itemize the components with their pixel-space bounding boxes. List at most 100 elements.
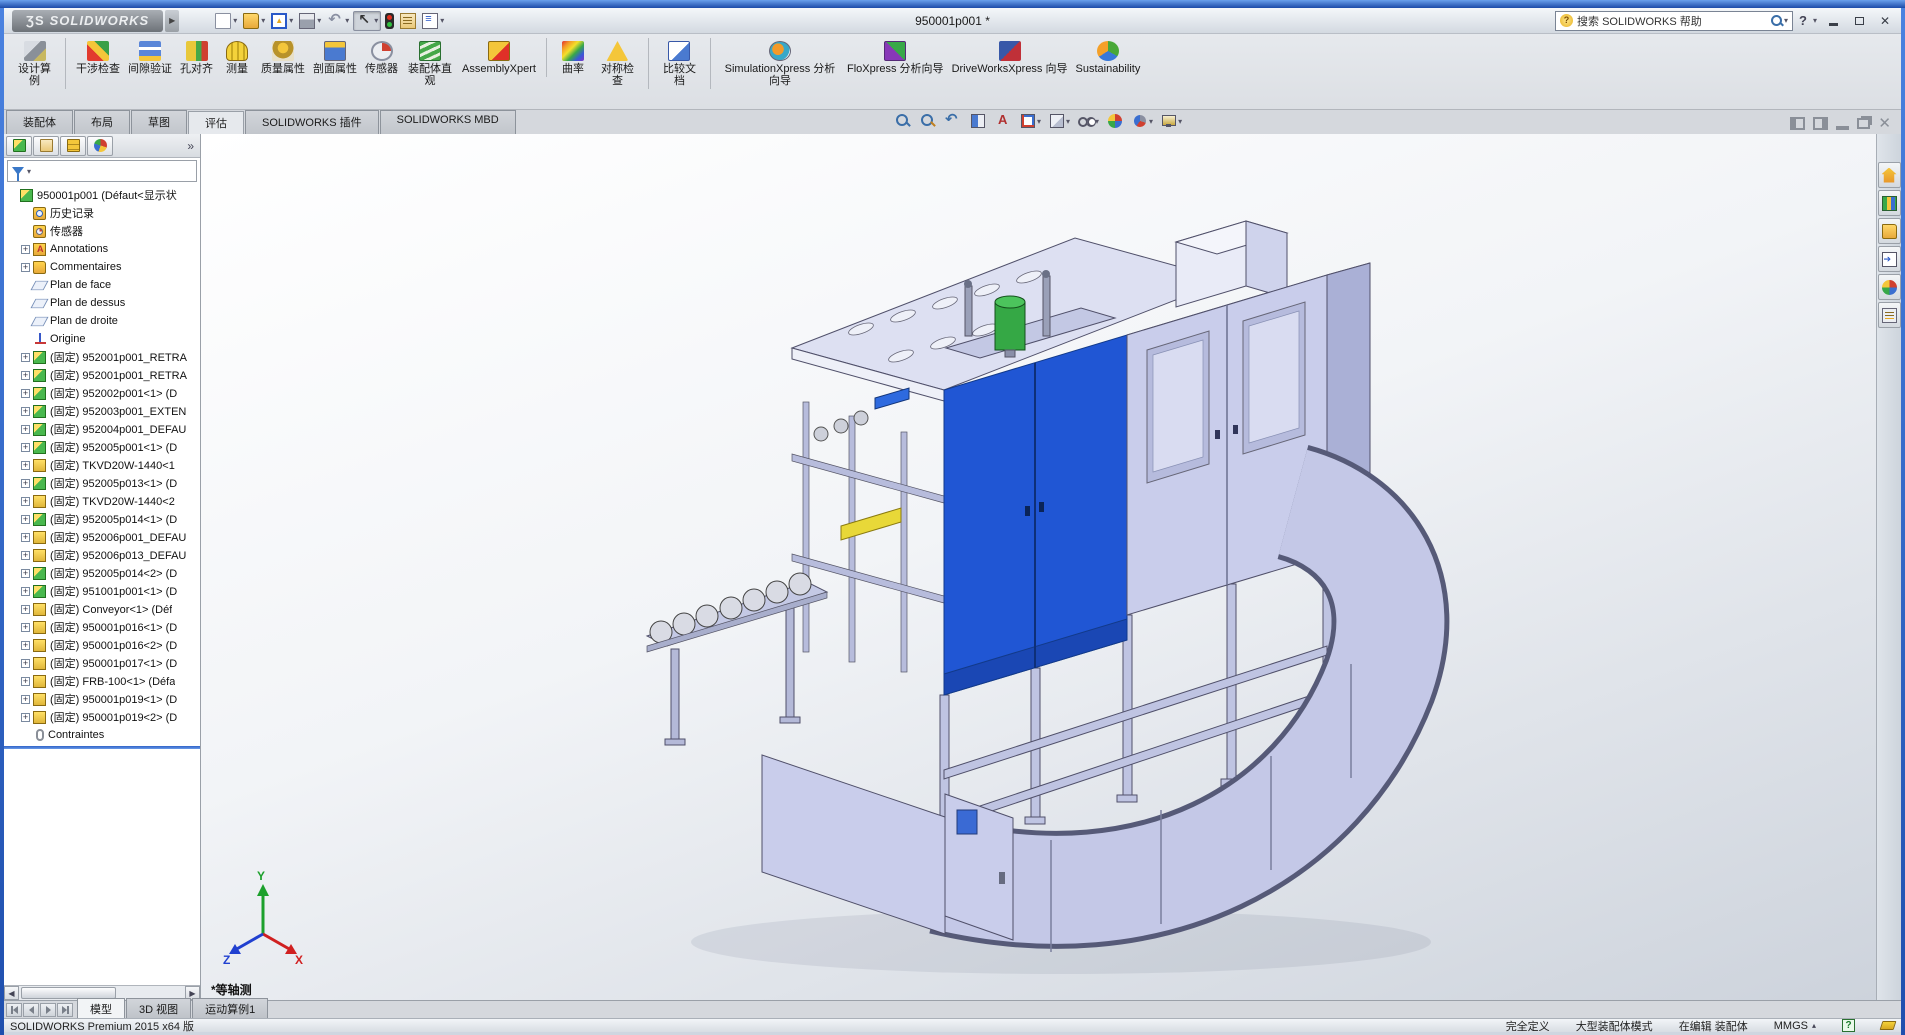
tree-item[interactable]: + (固定) TKVD20W-1440<1 — [4, 456, 200, 474]
expand-toggle[interactable]: + — [21, 677, 30, 686]
SimulationXpress 分析向导[interactable]: SimulationXpress 分析向导 — [717, 38, 843, 89]
tree-item[interactable]: + (固定) Conveyor<1> (Déf — [4, 600, 200, 618]
displaymanager-tab[interactable] — [87, 136, 113, 156]
tree-item[interactable]: + Plan de dessus — [4, 294, 200, 312]
tree-item[interactable]: + (固定) 951001p001<1> (D — [4, 582, 200, 600]
document-close-icon[interactable]: ✕ — [1878, 118, 1891, 130]
剖面属性[interactable]: 剖面属性 — [309, 38, 361, 77]
设计算例[interactable]: 设计算例 — [10, 38, 66, 89]
right-pane-icon[interactable] — [1813, 117, 1828, 130]
print-button[interactable]: ▾ — [297, 12, 323, 30]
孔对齐[interactable]: 孔对齐 — [176, 38, 217, 77]
SOLIDWORKS 插件[interactable]: SOLIDWORKS 插件 — [245, 110, 379, 134]
expand-toggle[interactable]: + — [21, 461, 30, 470]
menu-expand-arrow[interactable]: ▶ — [165, 10, 179, 32]
tree-item[interactable]: + Commentaires — [4, 258, 200, 276]
tree-item[interactable]: + Plan de face — [4, 276, 200, 294]
对称检查[interactable]: 对称检查 — [593, 38, 649, 89]
publish-button[interactable]: ▾ — [269, 12, 295, 30]
expand-toggle[interactable]: + — [21, 443, 30, 452]
tree-item[interactable]: + (固定) 952005p001<1> (D — [4, 438, 200, 456]
units-selector[interactable]: MMGS▴ — [1774, 1020, 1816, 1032]
测量[interactable]: 测量 — [217, 38, 257, 77]
quick-tips-icon[interactable]: ? — [1842, 1019, 1855, 1032]
tree-item[interactable]: + Plan de droite — [4, 312, 200, 330]
document-restore-icon[interactable] — [1857, 118, 1870, 129]
expand-toggle[interactable]: + — [21, 407, 30, 416]
曲率[interactable]: 曲率 — [553, 38, 593, 77]
tree-item[interactable]: + (固定) 950001p016<2> (D — [4, 636, 200, 654]
间隙验证[interactable]: 间隙验证 — [124, 38, 176, 77]
expand-toggle[interactable]: + — [21, 515, 30, 524]
干涉检查[interactable]: 干涉检查 — [72, 38, 124, 77]
tree-item[interactable]: + (固定) 952006p013_DEFAU — [4, 546, 200, 564]
tree-item[interactable]: + (固定) 952005p014<1> (D — [4, 510, 200, 528]
graphics-viewport[interactable]: Y X Z *等轴测 — [201, 134, 1876, 1000]
units-dropdown-arrow[interactable]: ▴ — [1812, 1021, 1816, 1030]
模型[interactable]: 模型 — [77, 998, 125, 1018]
装配体[interactable]: 装配体 — [6, 110, 73, 134]
tree-item[interactable]: + 传感器 — [4, 222, 200, 240]
filter-dropdown-arrow[interactable]: ▾ — [27, 167, 31, 176]
tree-item[interactable]: + (固定) 952003p001_EXTEN — [4, 402, 200, 420]
maximize-button[interactable] — [1849, 13, 1869, 29]
expand-toggle[interactable]: + — [21, 695, 30, 704]
tree-item[interactable]: + (固定) 952005p014<2> (D — [4, 564, 200, 582]
tree-item[interactable]: + (固定) 952002p001<1> (D — [4, 384, 200, 402]
left-pane-icon[interactable] — [1790, 117, 1805, 130]
tree-item[interactable]: + (固定) TKVD20W-1440<2 — [4, 492, 200, 510]
草图[interactable]: 草图 — [131, 110, 187, 134]
propertymanager-tab[interactable] — [33, 136, 59, 156]
expand-toggle[interactable]: + — [21, 479, 30, 488]
tags-icon[interactable] — [1880, 1021, 1897, 1030]
评估[interactable]: 评估 — [188, 111, 244, 135]
3D 视图[interactable]: 3D 视图 — [126, 998, 191, 1018]
FloXpress 分析向导[interactable]: FloXpress 分析向导 — [843, 38, 948, 77]
search-icon[interactable] — [1770, 14, 1784, 28]
运动算例1[interactable]: 运动算例1 — [192, 998, 268, 1018]
scroll-left-arrow[interactable]: ◀ — [4, 986, 19, 1000]
configurationmanager-tab[interactable] — [60, 136, 86, 156]
expand-toggle[interactable]: + — [21, 425, 30, 434]
file-properties-button[interactable]: ▾ — [398, 12, 418, 30]
expand-toggle[interactable]: + — [21, 623, 30, 632]
minimize-button[interactable] — [1823, 13, 1843, 29]
document-minimize-icon[interactable] — [1836, 126, 1849, 130]
expand-toggle[interactable]: + — [21, 245, 30, 254]
first-tab-button[interactable] — [6, 1003, 22, 1017]
tree-item[interactable]: + Contraintes — [4, 726, 200, 744]
expand-toggle[interactable]: + — [21, 551, 30, 560]
expand-toggle[interactable]: + — [21, 263, 30, 272]
tree-item[interactable]: + (固定) 950001p019<2> (D — [4, 708, 200, 726]
AssemblyXpert[interactable]: AssemblyXpert — [458, 38, 547, 77]
tree-item[interactable]: + (固定) 952005p013<1> (D — [4, 474, 200, 492]
expand-toggle[interactable]: + — [21, 587, 30, 596]
expand-toggle[interactable]: + — [21, 497, 30, 506]
tree-item[interactable]: + (固定) 950001p016<1> (D — [4, 618, 200, 636]
search-box[interactable]: ? ▾ — [1555, 11, 1793, 31]
last-tab-button[interactable] — [57, 1003, 73, 1017]
expand-toggle[interactable]: + — [21, 533, 30, 542]
expand-toggle[interactable]: + — [21, 641, 30, 650]
expand-toggle[interactable]: + — [21, 569, 30, 578]
featuremanager-tab[interactable] — [6, 136, 32, 156]
tree-item[interactable]: + 历史记录 — [4, 204, 200, 222]
panel-tabs-overflow[interactable]: » — [187, 139, 198, 153]
next-tab-button[interactable] — [40, 1003, 56, 1017]
select-tool-button[interactable]: ▾ — [353, 11, 381, 31]
expand-toggle[interactable]: + — [21, 605, 30, 614]
machine-assembly[interactable]: Y X Z — [201, 134, 1876, 1000]
tree-item[interactable]: + (固定) 952006p001_DEFAU — [4, 528, 200, 546]
tree-item[interactable]: + (固定) 952001p001_RETRA — [4, 366, 200, 384]
tree-item[interactable]: + Origine — [4, 330, 200, 348]
传感器[interactable]: 传感器 — [361, 38, 402, 77]
rebuild-button[interactable]: ▾ — [383, 12, 396, 30]
expand-toggle[interactable]: + — [21, 713, 30, 722]
tree-item[interactable]: + (固定) FRB-100<1> (Défa — [4, 672, 200, 690]
装配体直观[interactable]: 装配体直观 — [402, 38, 458, 89]
tree-item[interactable]: + (固定) 952001p001_RETRA — [4, 348, 200, 366]
expand-toggle[interactable]: + — [21, 659, 30, 668]
open-button[interactable]: ▾ — [241, 12, 267, 30]
tree-item[interactable]: + (固定) 950001p019<1> (D — [4, 690, 200, 708]
tree-item[interactable]: + (固定) 950001p017<1> (D — [4, 654, 200, 672]
